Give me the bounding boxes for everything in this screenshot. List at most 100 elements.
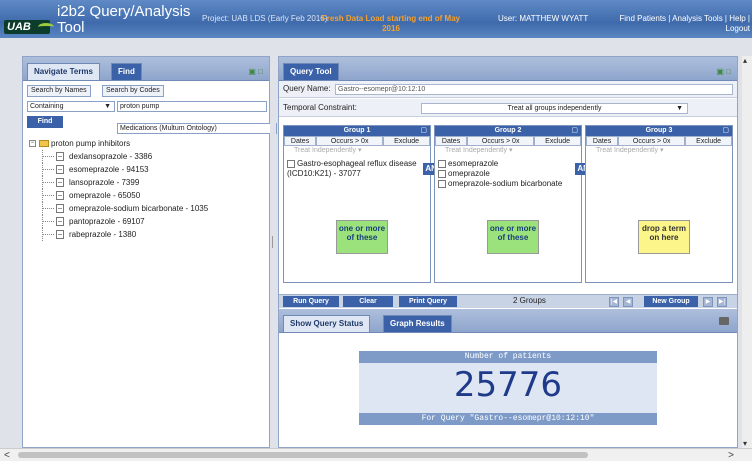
panel-options-icon[interactable]: ▣ □ — [248, 67, 263, 76]
tree-item[interactable]: pantoprazole - 69107 — [29, 215, 208, 228]
temporal-row: Temporal Constraint: Treat all groups in… — [279, 99, 737, 117]
group-items: esomeprazole omeprazole omeprazole-sodiu… — [438, 159, 578, 189]
fresh-data-notice: Fresh Data Load starting end of May 2016 — [321, 14, 461, 33]
first-group-icon[interactable]: |◀ — [609, 297, 619, 307]
drop-target[interactable]: drop a term on here — [638, 220, 690, 254]
close-icon[interactable]: ▢ — [571, 126, 578, 136]
document-icon — [56, 230, 64, 239]
group-3-panel: Group 3 ▢ Dates Occurs > 0x Exclude Treat… — [585, 125, 733, 283]
patient-count: 25776 — [453, 365, 563, 405]
folder-icon — [39, 140, 49, 147]
groups-count: 2 Groups — [513, 296, 546, 305]
uab-logo: UAB — [4, 20, 54, 34]
group-item[interactable]: Gastro-esophageal reflux disease (ICD10:… — [287, 159, 427, 179]
vertical-scrollbar[interactable]: ▴ ▾ — [742, 56, 752, 448]
drop-hint: one or more of these — [336, 220, 388, 254]
document-icon — [438, 170, 446, 178]
temporal-select[interactable]: Treat all groups independently ▼ — [421, 103, 688, 114]
tab-show-query-status[interactable]: Show Query Status — [283, 315, 371, 332]
query-name-input[interactable]: Gastro--esomepr@10:12:10 — [335, 84, 733, 95]
treat-independently-select[interactable]: Treat Independently ▾ — [294, 146, 361, 154]
result-heading: Number of patients — [359, 351, 657, 363]
scroll-left-icon[interactable]: < — [4, 450, 10, 461]
treat-independently-select[interactable]: Treat Independently ▾ — [445, 146, 512, 154]
link-help[interactable]: Help — [729, 14, 745, 23]
match-mode-select[interactable]: Containing ▼ — [27, 101, 115, 112]
clear-button[interactable]: Clear — [343, 296, 393, 307]
exclude-button[interactable]: Exclude — [685, 136, 732, 146]
document-icon — [56, 204, 64, 213]
tab-query-tool[interactable]: Query Tool — [283, 63, 339, 80]
group-item[interactable]: omeprazole — [438, 169, 578, 179]
print-query-button[interactable]: Print Query — [399, 296, 457, 307]
dates-button[interactable]: Dates — [586, 136, 619, 146]
printer-icon[interactable] — [719, 317, 729, 325]
group-item[interactable]: omeprazole-sodium bicarbonate — [438, 179, 578, 189]
link-find-patients[interactable]: Find Patients — [619, 14, 666, 23]
search-input[interactable]: proton pump — [117, 101, 267, 112]
treat-independently-select[interactable]: Treat Independently ▾ — [596, 146, 663, 154]
new-group-button[interactable]: New Group — [644, 296, 698, 307]
document-icon — [56, 178, 64, 187]
document-icon — [438, 160, 446, 168]
query-tool-panel: Query Tool ▣ □ Query Name: Gastro--esome… — [278, 56, 738, 448]
search-by-codes-tab[interactable]: Search by Codes — [102, 85, 164, 97]
link-logout[interactable]: Logout — [726, 24, 750, 33]
dates-button[interactable]: Dates — [435, 136, 468, 146]
panel-splitter[interactable] — [270, 56, 276, 448]
query-name-label: Query Name: — [283, 84, 331, 93]
tree-item[interactable]: lansoprazole - 7399 — [29, 176, 208, 189]
search-by-names-tab[interactable]: Search by Names — [27, 85, 91, 97]
exclude-button[interactable]: Exclude — [534, 136, 581, 146]
scroll-down-icon[interactable]: ▾ — [743, 439, 747, 448]
find-button[interactable]: Find — [27, 116, 63, 128]
left-tabbar: Navigate Terms Find ▣ □ — [23, 57, 269, 81]
scroll-right-icon[interactable]: > — [728, 450, 734, 461]
chevron-down-icon: ▼ — [104, 103, 111, 110]
scroll-up-icon[interactable]: ▴ — [743, 56, 747, 65]
patient-count-box: Number of patients 25776 For Query "Gast… — [359, 351, 657, 425]
query-name-row: Query Name: Gastro--esomepr@10:12:10 — [279, 81, 737, 98]
next-group-icon[interactable]: ▶ — [703, 297, 713, 307]
query-tool-tabbar: Query Tool ▣ □ — [279, 57, 737, 81]
chevron-down-icon: ▼ — [676, 105, 683, 112]
tree-item[interactable]: omeprazole-sodium bicarbonate - 1035 — [29, 202, 208, 215]
panel-options-icon[interactable]: ▣ □ — [716, 67, 731, 76]
scrollbar-thumb[interactable] — [18, 452, 588, 458]
last-group-icon[interactable]: ▶| — [717, 297, 727, 307]
app-title: i2b2 Query/Analysis Tool — [57, 3, 191, 36]
ontology-select[interactable]: Medications (Multum Ontology) — [117, 123, 277, 134]
collapse-icon[interactable]: − — [29, 140, 36, 147]
exclude-button[interactable]: Exclude — [383, 136, 430, 146]
document-icon — [56, 165, 64, 174]
previous-group-icon[interactable]: ◀ — [623, 297, 633, 307]
occurs-button[interactable]: Occurs > 0x — [467, 136, 535, 146]
query-toolbar: Run Query Clear Print Query 2 Groups |◀ … — [279, 294, 737, 308]
tree-item[interactable]: rabeprazole - 1380 — [29, 228, 208, 241]
tab-graph-results[interactable]: Graph Results — [383, 315, 452, 332]
tree-item[interactable]: omeprazole - 65050 — [29, 189, 208, 202]
horizontal-scrollbar[interactable]: < > — [0, 448, 752, 461]
link-analysis-tools[interactable]: Analysis Tools — [672, 14, 723, 23]
close-icon[interactable]: ▢ — [420, 126, 427, 136]
tree-root[interactable]: − proton pump inhibitors — [29, 137, 208, 150]
tab-find[interactable]: Find — [111, 63, 142, 80]
occurs-button[interactable]: Occurs > 0x — [618, 136, 686, 146]
document-icon — [56, 152, 64, 161]
tab-navigate-terms[interactable]: Navigate Terms — [27, 63, 100, 80]
result-footer: For Query "Gastro--esomepr@10:12:10" — [359, 413, 657, 425]
header-nav: Find Patients | Analysis Tools | Help | … — [619, 14, 750, 33]
document-icon — [56, 217, 64, 226]
drop-hint: one or more of these — [487, 220, 539, 254]
group-title: Group 1 ▢ — [284, 126, 430, 136]
occurs-button[interactable]: Occurs > 0x — [316, 136, 384, 146]
run-query-button[interactable]: Run Query — [283, 296, 339, 307]
tree-item[interactable]: esomeprazole - 94153 — [29, 163, 208, 176]
tree-item[interactable]: dexlansoprazole - 3386 — [29, 150, 208, 163]
close-icon[interactable]: ▢ — [722, 126, 729, 136]
group-item[interactable]: esomeprazole — [438, 159, 578, 169]
dates-button[interactable]: Dates — [284, 136, 317, 146]
group-2-panel: Group 2 ▢ Dates Occurs > 0x Exclude Treat… — [434, 125, 582, 283]
group-items: Gastro-esophageal reflux disease (ICD10:… — [287, 159, 427, 179]
navigate-terms-panel: Navigate Terms Find ▣ □ Search by Names … — [22, 56, 277, 448]
